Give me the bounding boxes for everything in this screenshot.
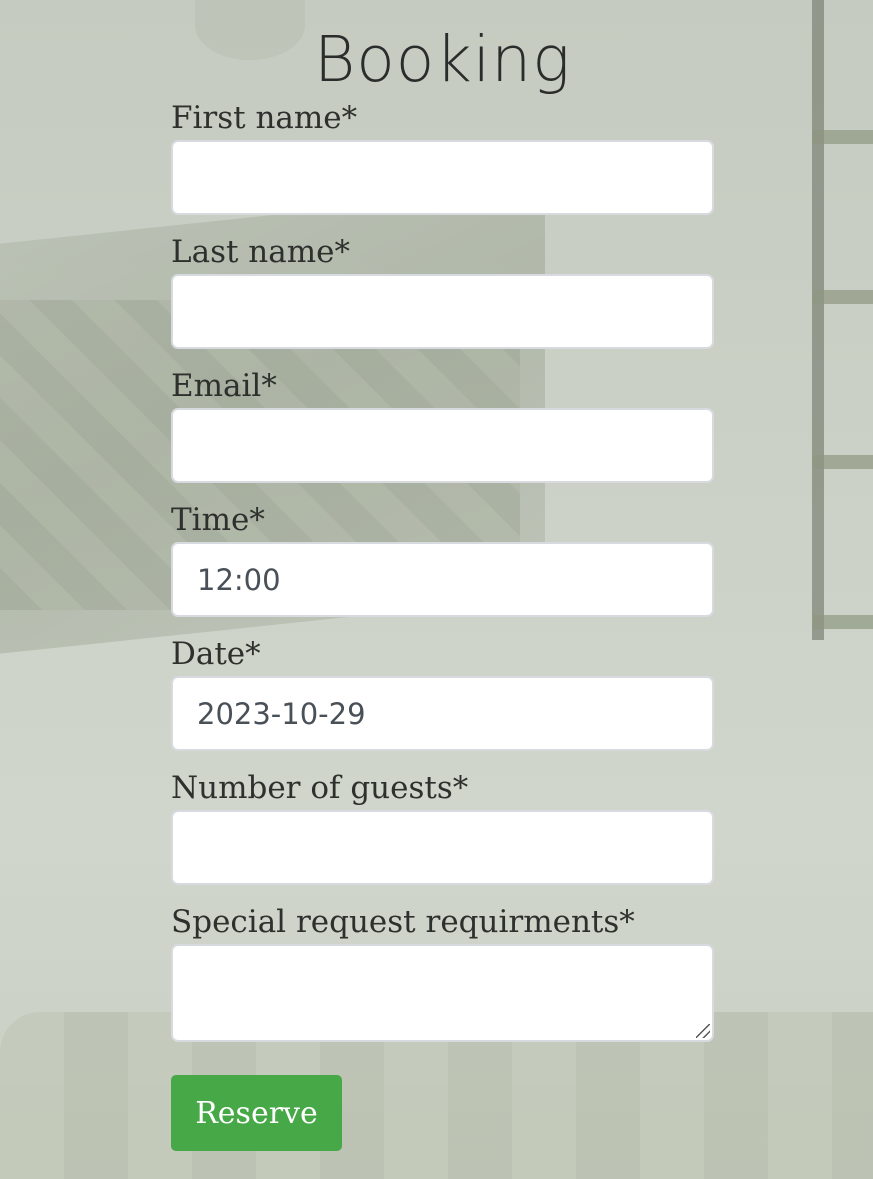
special-request-wrapper [171,944,714,1042]
reserve-button[interactable]: Reserve [171,1075,342,1151]
background-shelf [813,290,873,304]
last-name-field[interactable] [171,274,714,349]
time-label: Time* [171,502,265,538]
page-title: Booking [313,23,572,96]
email-label: Email* [171,368,277,404]
date-field[interactable] [171,676,714,751]
resize-handle-icon[interactable] [696,1024,710,1038]
first-name-field[interactable] [171,140,714,215]
email-field[interactable] [171,408,714,483]
background-shelf [813,615,873,629]
background-shelf [813,130,873,144]
background-shelf-post [812,0,824,640]
date-label: Date* [171,636,261,672]
guests-field[interactable] [171,810,714,885]
guests-label: Number of guests* [171,770,469,806]
first-name-label: First name* [171,100,358,136]
special-request-label: Special request requirments* [171,904,635,940]
background-shelf [813,455,873,469]
last-name-label: Last name* [171,234,350,270]
special-request-textarea[interactable] [171,944,714,1042]
time-field[interactable] [171,542,714,617]
